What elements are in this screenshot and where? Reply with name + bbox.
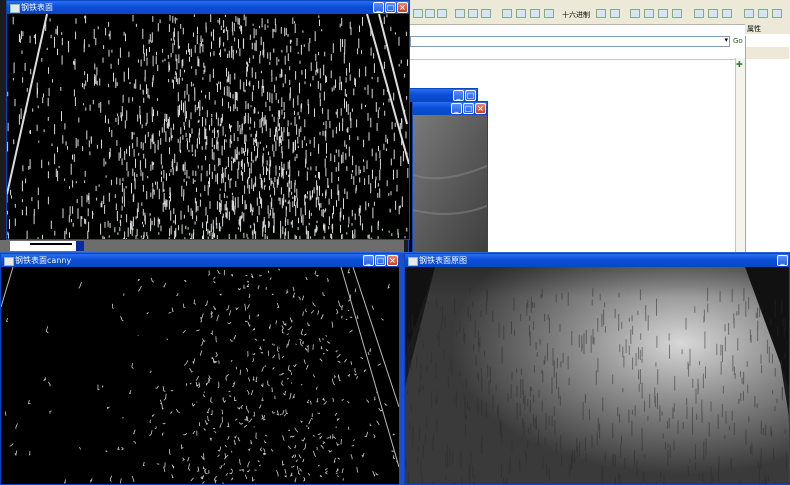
tool-icon[interactable] (694, 9, 704, 18)
tool-icon[interactable] (630, 9, 640, 18)
tool-icon[interactable] (481, 9, 491, 18)
properties-toolbar (746, 47, 789, 59)
tool-icon[interactable] (437, 9, 447, 18)
expand-icon[interactable]: ✚ (736, 60, 743, 69)
tool-icon[interactable] (425, 9, 435, 18)
title-bar[interactable]: 钢铁表面 _ □ × (7, 1, 409, 14)
tool-icon[interactable] (744, 9, 754, 18)
steel-image-thumbnail (413, 115, 487, 252)
window-title: 钢铁表面原图 (419, 256, 467, 265)
canny-edge-image (1, 267, 399, 484)
ide-code-header (410, 49, 745, 60)
tool-icon[interactable] (758, 9, 768, 18)
editor-scrollbar[interactable] (735, 58, 745, 255)
minimize-button[interactable]: _ (373, 2, 384, 13)
tool-icon[interactable] (722, 9, 732, 18)
tool-icon[interactable] (658, 9, 668, 18)
title-bar[interactable]: 钢铁表面canny _ □ × (1, 254, 399, 267)
gradient-image (7, 14, 409, 239)
tool-icon[interactable] (455, 9, 465, 18)
go-button[interactable]: Go (733, 36, 745, 47)
minimize-button[interactable]: _ (453, 90, 464, 101)
tool-icon[interactable] (530, 9, 540, 18)
ide-toolbar: 十六进制 (410, 0, 790, 25)
title-bar[interactable]: 钢铁表面原图 _ (405, 254, 789, 267)
close-button[interactable]: × (475, 103, 486, 114)
status-bar-line (30, 243, 72, 245)
minimize-button[interactable]: _ (451, 103, 462, 114)
tool-icon[interactable] (596, 9, 606, 18)
maximize-button[interactable]: □ (375, 255, 386, 266)
tool-icon[interactable] (502, 9, 512, 18)
properties-pane (745, 36, 790, 254)
properties-title: 属性 (745, 24, 790, 34)
steel-surface-image (405, 267, 789, 484)
minimize-button[interactable]: _ (777, 255, 788, 266)
window-app-icon (408, 257, 418, 266)
maximize-button[interactable]: □ (465, 90, 476, 101)
tool-icon[interactable] (708, 9, 718, 18)
close-button[interactable]: × (387, 255, 398, 266)
tool-icon[interactable] (672, 9, 682, 18)
tool-icon[interactable] (544, 9, 554, 18)
original-window[interactable]: 钢铁表面原图 _ (404, 253, 790, 485)
gradient-window[interactable]: 钢铁表面 _ □ × (6, 0, 410, 240)
status-indicator (76, 241, 84, 251)
desktop-strip (0, 240, 404, 252)
tool-icon[interactable] (610, 9, 620, 18)
canny-window[interactable]: 钢铁表面canny _ □ × (0, 253, 400, 485)
background-window-2[interactable]: _ □ × (412, 101, 488, 253)
hex-mode-label[interactable]: 十六进制 (562, 10, 590, 20)
tool-icon[interactable] (468, 9, 478, 18)
tool-icon[interactable] (644, 9, 654, 18)
maximize-button[interactable]: □ (463, 103, 474, 114)
close-button[interactable]: × (397, 2, 408, 13)
window-title: 钢铁表面canny (15, 256, 72, 265)
minimize-button[interactable]: _ (363, 255, 374, 266)
maximize-button[interactable]: □ (385, 2, 396, 13)
tool-icon[interactable] (413, 9, 423, 18)
title-bar[interactable]: _ □ × (413, 102, 487, 115)
ide-combo-box[interactable]: ▾ (410, 36, 730, 47)
chevron-down-icon[interactable]: ▾ (724, 36, 728, 44)
window-title: 钢铁表面 (21, 3, 53, 12)
window-app-icon (4, 257, 14, 266)
window-app-icon (10, 4, 20, 13)
tool-icon[interactable] (516, 9, 526, 18)
tool-icon[interactable] (772, 9, 782, 18)
